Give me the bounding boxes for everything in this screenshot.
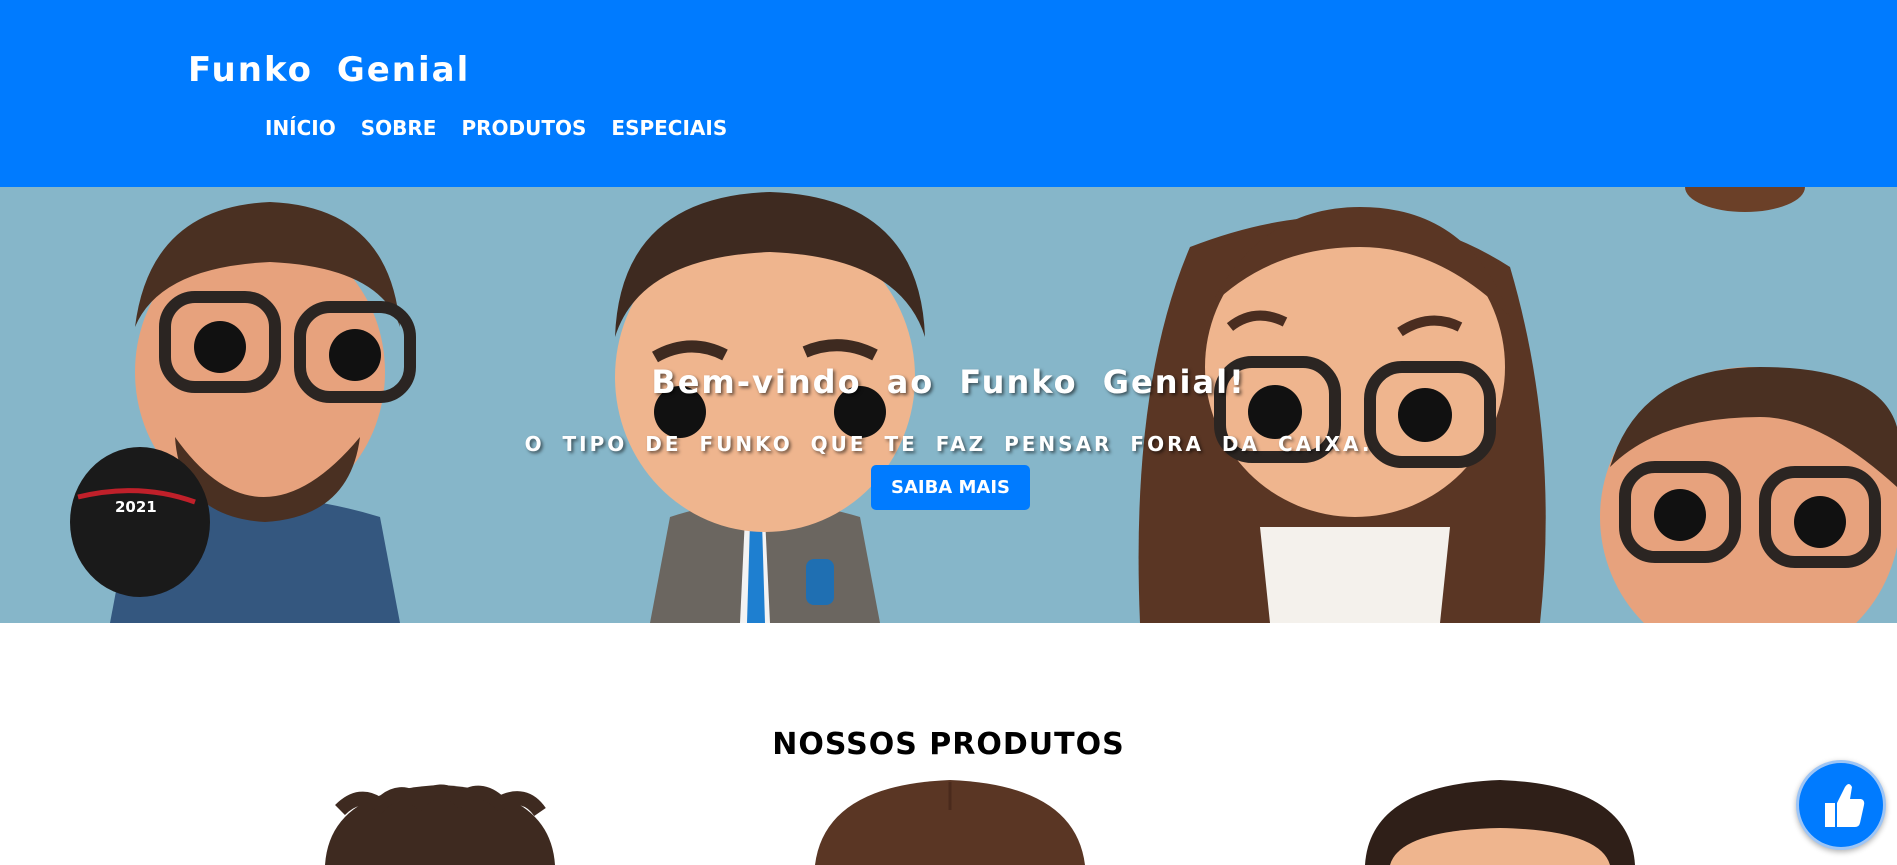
thumbs-up-icon <box>1825 784 1865 827</box>
saiba-mais-button[interactable]: Saiba Mais <box>871 465 1030 510</box>
product-figure-1 <box>325 784 555 865</box>
hero-banner: 2021 Bem-vindo ao Funko Genial! O TIPO D… <box>0 187 1897 623</box>
funko-figure-woman <box>1138 207 1546 623</box>
nav-link-inicio[interactable]: INÍCIO <box>265 116 336 140</box>
products-section-title: NOSSOS PRODUTOS <box>772 726 1125 762</box>
nav-link-sobre[interactable]: SOBRE <box>361 116 437 140</box>
floating-thumbs-up-button[interactable] <box>1796 760 1886 850</box>
nav-link-produtos[interactable]: PRODUTOS <box>461 116 586 140</box>
hero-background-image: 2021 <box>0 187 1897 623</box>
hero-title: Bem-vindo ao Funko Genial! <box>651 363 1246 402</box>
hero-subtitle: O tipo de Funko que te faz pensar fora d… <box>524 432 1373 456</box>
product-image-2[interactable] <box>810 770 1090 865</box>
product-figure-2 <box>815 780 1085 865</box>
product-figure-3 <box>1365 780 1635 865</box>
product-image-1[interactable] <box>300 770 580 865</box>
nav-link-especiais[interactable]: ESPECIAIS <box>611 116 727 140</box>
site-logo[interactable]: Funko Genial <box>188 50 470 90</box>
site-header: Funko Genial INÍCIO SOBRE PRODUTOS ESPEC… <box>0 0 1897 187</box>
main-nav: INÍCIO SOBRE PRODUTOS ESPECIAIS <box>265 116 727 140</box>
product-image-3[interactable] <box>1360 770 1640 865</box>
helmet-label: 2021 <box>115 498 157 516</box>
